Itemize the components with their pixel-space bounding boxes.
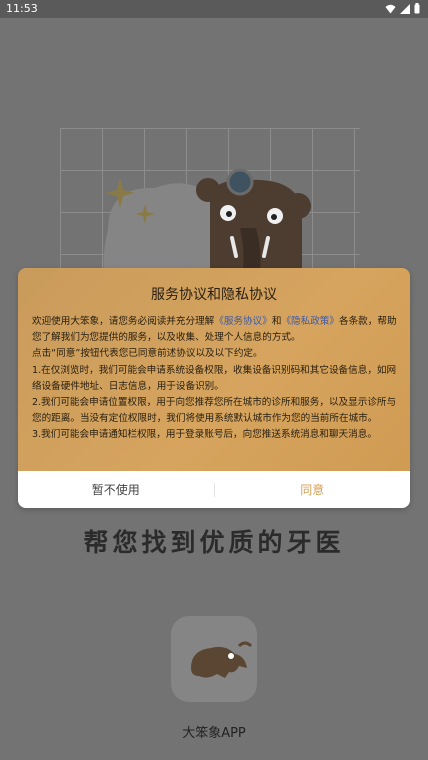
app-name: 大笨象APP (182, 726, 246, 741)
dialog-paragraph: 2.我们可能会申请位置权限，用于向您推荐您所在城市的诊所和服务，以及显示诊所与您… (32, 397, 397, 425)
dialog-title: 服务协议和隐私协议 (151, 287, 277, 303)
elephant-logo-icon (191, 641, 253, 678)
app-icon (171, 616, 257, 702)
dialog-footer: 暂不使用 同意 (18, 471, 410, 508)
intro-and: 和 (271, 316, 282, 327)
wifi-icon (385, 4, 396, 13)
status-icons (385, 3, 420, 14)
signal-icon (400, 3, 410, 14)
status-time: 11:53 (6, 2, 38, 15)
privacy-policy-link[interactable]: 《隐私政策》 (281, 316, 339, 327)
intro-text-1: 欢迎使用大笨象，请您务必阅读并充分理解 (32, 316, 215, 327)
dialog-intro: 欢迎使用大笨象，请您务必阅读并充分理解《服务协议》和《隐私政策》各条款，帮助您了… (32, 314, 398, 346)
privacy-agreement-dialog: 服务协议和隐私协议 欢迎使用大笨象，请您务必阅读并充分理解《服务协议》和《隐私政… (18, 268, 410, 508)
decline-button[interactable]: 暂不使用 (18, 481, 214, 498)
slogan: 帮您找到优质的牙医 (83, 528, 345, 557)
service-agreement-link[interactable]: 《服务协议》 (214, 316, 272, 327)
battery-icon (414, 3, 420, 14)
dialog-paragraph: 点击“同意”按钮代表您已同意前述协议以及以下约定。 (32, 348, 263, 360)
dialog-paragraph: 1.在仅浏览时，我们可能会申请系统设备权限，收集设备识别码和其它设备信息，如网络… (32, 364, 397, 392)
status-bar: 11:53 (0, 0, 428, 18)
dialog-body: 欢迎使用大笨象，请您务必阅读并充分理解《服务协议》和《隐私政策》各条款，帮助您了… (32, 314, 398, 444)
dialog-paragraph: 3.我们可能会申请通知栏权限，用于登录账号后，向您推送系统消息和聊天消息。 (32, 429, 377, 441)
agree-button[interactable]: 同意 (215, 481, 411, 498)
